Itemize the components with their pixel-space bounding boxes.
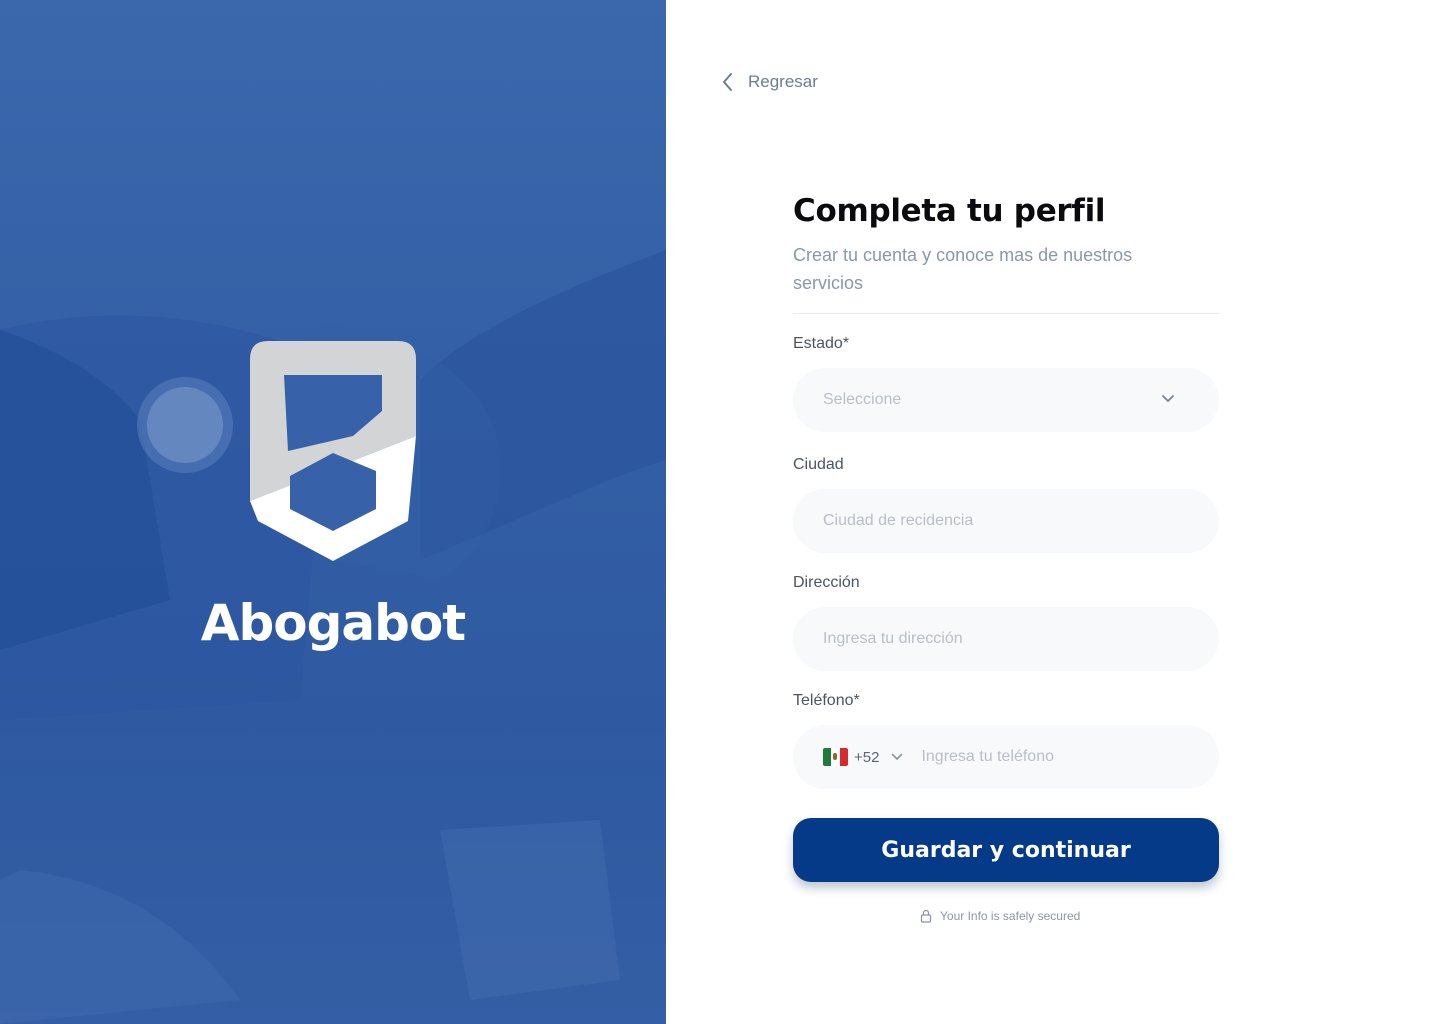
back-link[interactable]: Regresar <box>720 72 818 92</box>
abogabot-logo-icon <box>250 341 416 561</box>
divider <box>793 313 1219 314</box>
page-subtitle: Crear tu cuenta y conoce mas de nuestros… <box>793 245 1133 293</box>
guardar-continuar-button[interactable]: Guardar y continuar <box>793 818 1219 882</box>
direccion-placeholder: Ingresa tu dirección <box>823 630 963 647</box>
form-header: Completa tu perfil Crear tu cuenta y con… <box>793 193 1219 314</box>
estado-select[interactable]: Seleccione <box>793 368 1219 432</box>
chevron-left-icon <box>723 73 732 91</box>
estado-placeholder: Seleccione <box>823 391 902 408</box>
ciudad-label: Ciudad <box>793 456 844 473</box>
ciudad-placeholder: Ciudad de recidencia <box>823 512 974 529</box>
secure-note: Your Info is safely secured <box>920 909 1080 923</box>
direccion-label: Dirección <box>793 574 860 591</box>
estado-label: Estado* <box>793 335 850 352</box>
telefono-label: Teléfono* <box>793 692 860 709</box>
chevron-down-icon[interactable] <box>891 753 903 761</box>
country-code-selector[interactable]: +52 <box>854 749 879 766</box>
mexico-flag-icon[interactable] <box>823 748 848 766</box>
brand-name: Abogabot <box>200 594 466 652</box>
telefono-field: +52 Ingresa tu teléfono <box>793 725 1219 789</box>
ciudad-input[interactable]: Ciudad de recidencia <box>793 489 1219 553</box>
chevron-down-icon <box>1162 395 1174 402</box>
page-title: Completa tu perfil <box>793 193 1106 229</box>
lock-icon <box>920 909 932 923</box>
direccion-input[interactable]: Ingresa tu dirección <box>793 607 1219 671</box>
back-label: Regresar <box>748 72 818 91</box>
telefono-input[interactable]: Ingresa tu teléfono <box>921 748 1054 766</box>
secure-note-text: Your Info is safely secured <box>940 909 1081 923</box>
hero-panel: Abogabot <box>0 0 666 1024</box>
